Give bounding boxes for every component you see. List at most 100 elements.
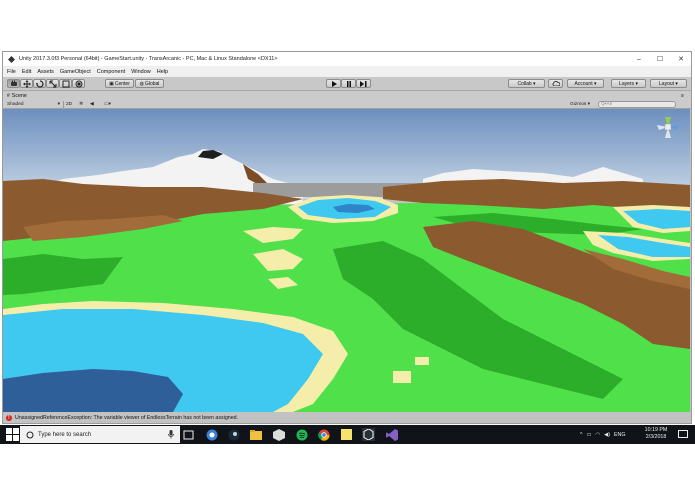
mode-2d-toggle[interactable]: 2D (66, 101, 76, 108)
file-explorer-icon[interactable] (249, 428, 262, 441)
unity-editor-icon[interactable] (362, 428, 375, 441)
cloud-button[interactable] (548, 79, 563, 88)
gizmos-dropdown[interactable]: Gizmos ▾ (570, 101, 596, 108)
microphone-icon[interactable] (168, 430, 174, 439)
scene-tab-icon: # (7, 92, 10, 99)
layout-dropdown[interactable]: Layout ▾ (650, 79, 687, 88)
main-toolbar: ▣ Center ◍ Global Collab ▾ Account ▾ Layer… (3, 77, 691, 91)
menu-component[interactable]: Component (97, 69, 125, 75)
network-icon[interactable]: ▭ (587, 432, 592, 438)
menu-window[interactable]: Window (131, 69, 151, 75)
rect-tool-button[interactable] (59, 79, 72, 88)
search-icon (26, 431, 34, 439)
sun-icon: ✲ (79, 102, 84, 107)
notifications-icon[interactable] (676, 428, 689, 441)
close-button[interactable]: ✕ (670, 52, 692, 66)
taskbar-search-placeholder: Type here to search (38, 431, 92, 438)
transform-tool-button[interactable] (72, 79, 85, 88)
windows-start-icon[interactable] (6, 428, 19, 441)
windows-taskbar: Type here to search ^ ▭ ◠ ◀) ENG 10:19 P… (0, 425, 695, 444)
layout-label: Layout ▾ (659, 80, 678, 87)
collab-label: Collab ▾ (517, 80, 536, 87)
sand-block-1 (393, 371, 411, 383)
volume-icon[interactable]: ◀) (604, 432, 610, 438)
tab-menu-icon[interactable]: ≡ (681, 93, 684, 99)
title-bar: Unity 2017.3.0f3 Personal (64bit) - Game… (3, 52, 691, 66)
clock-date: 2/3/2018 (645, 434, 667, 440)
spotify-icon[interactable] (295, 428, 308, 441)
shading-mode-label: Shaded (7, 102, 24, 107)
chrome-icon[interactable] (317, 428, 330, 441)
pivot-center-toggle[interactable]: ▣ Center (105, 79, 134, 88)
window-title: Unity 2017.3.0f3 Personal (64bit) - Game… (19, 56, 278, 62)
lake-foreground-deep (3, 369, 183, 412)
visual-studio-icon[interactable] (385, 428, 398, 441)
pause-button[interactable] (341, 79, 356, 88)
global-local-toggle[interactable]: ◍ Global (135, 79, 164, 88)
pause-icon (346, 80, 351, 87)
system-tray: ^ ▭ ◠ ◀) ENG (580, 425, 625, 444)
show-hidden-icons-icon[interactable]: ^ (580, 432, 583, 438)
taskbar-clock[interactable]: 10:19 PM 2/3/2018 (640, 427, 672, 441)
center-label: Center (114, 80, 130, 87)
hand-icon (10, 80, 17, 86)
gizmo-center-cube (664, 123, 672, 131)
collab-dropdown[interactable]: Collab ▾ (508, 79, 545, 88)
language-indicator[interactable]: ENG (614, 432, 625, 438)
clock-time: 10:19 PM (644, 427, 668, 433)
shading-mode-dropdown[interactable]: Shaded ▾ (7, 101, 64, 108)
unity-window: Unity 2017.3.0f3 Personal (64bit) - Game… (2, 51, 692, 424)
hand-tool-button[interactable] (7, 79, 20, 88)
dropdown-arrow-icon: ▾ (57, 102, 60, 107)
unity-hub-icon[interactable] (272, 428, 285, 441)
maximize-button[interactable]: ☐ (649, 52, 671, 66)
lighting-toggle[interactable]: ✲ (79, 101, 88, 108)
move-arrows-icon (22, 79, 31, 88)
task-view-icon[interactable] (182, 428, 195, 441)
minimize-button[interactable]: – (628, 52, 650, 66)
sticky-notes-icon[interactable] (340, 428, 353, 441)
step-button[interactable] (356, 79, 371, 88)
transform-icon (75, 80, 82, 87)
speaker-icon: ◀ (90, 102, 94, 107)
account-dropdown[interactable]: Account ▾ (567, 79, 604, 88)
rotate-tool-button[interactable] (33, 79, 46, 88)
audio-toggle[interactable]: ◀ (90, 101, 99, 108)
steam-icon[interactable] (227, 428, 240, 441)
play-icon (331, 80, 337, 87)
rect-tool-icon (62, 80, 69, 87)
status-bar[interactable]: ! UnassignedReferenceException: The vari… (3, 412, 691, 423)
image-icon: ▭▾ (104, 102, 111, 107)
sand-block-2 (415, 357, 429, 365)
move-tool-button[interactable] (20, 79, 33, 88)
taskbar-search-box[interactable]: Type here to search (20, 426, 180, 443)
account-label: Account ▾ (574, 80, 597, 87)
chrome-profile-icon[interactable] (205, 428, 218, 441)
scale-icon (49, 80, 56, 87)
scene-view-toolbar: Shaded ▾ 2D ✲ ◀ ▭▾ Gizmos ▾ Q•All (3, 100, 691, 109)
scene-tab-bar: # Scene ≡ (3, 91, 691, 100)
wifi-icon[interactable]: ◠ (596, 432, 601, 438)
unity-logo-icon (8, 55, 15, 63)
cloud-icon (552, 81, 560, 86)
menu-gameobject[interactable]: GameObject (60, 69, 91, 75)
scene-tab[interactable]: Scene (12, 93, 27, 99)
search-placeholder: Q•All (601, 102, 612, 107)
scene-viewport[interactable] (3, 109, 690, 412)
step-icon (360, 80, 367, 87)
layers-dropdown[interactable]: Layers ▾ (611, 79, 646, 88)
play-button[interactable] (326, 79, 341, 88)
scale-tool-button[interactable] (46, 79, 59, 88)
effects-dropdown[interactable]: ▭▾ (104, 101, 118, 108)
menu-file[interactable]: File (7, 69, 16, 75)
menu-edit[interactable]: Edit (22, 69, 31, 75)
menu-assets[interactable]: Assets (37, 69, 54, 75)
layers-label: Layers ▾ (619, 80, 638, 87)
globe-icon: ◍ (139, 80, 144, 87)
gizmos-label: Gizmos ▾ (570, 102, 590, 107)
scene-search-input[interactable]: Q•All (598, 101, 676, 108)
menu-bar: File Edit Assets GameObject Component Wi… (3, 66, 691, 77)
global-label: Global (144, 80, 160, 87)
error-message: UnassignedReferenceException: The variab… (15, 414, 239, 421)
menu-help[interactable]: Help (157, 69, 168, 75)
